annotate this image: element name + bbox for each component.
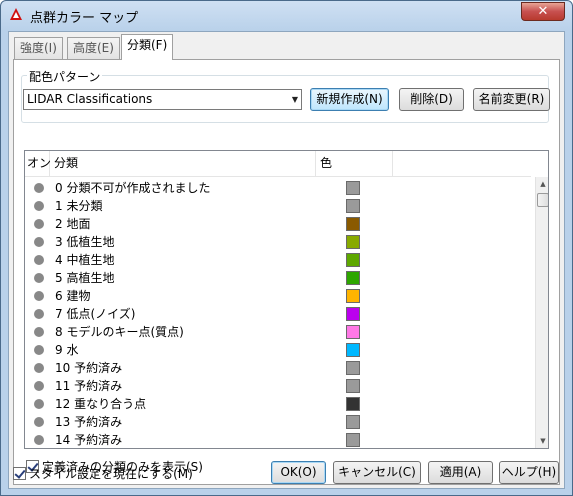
autocad-logo-icon [10, 8, 22, 20]
list-item[interactable]: 10 予約済み [25, 359, 531, 377]
on-toggle-icon[interactable] [34, 291, 44, 301]
list-item[interactable]: 12 重なり合う点 [25, 395, 531, 413]
list-item[interactable]: 9 水 [25, 341, 531, 359]
class-label: 13 予約済み [55, 415, 123, 429]
list-header: オン 分類 色 [25, 151, 531, 177]
class-label: 11 予約済み [55, 379, 123, 393]
class-label: 1 未分類 [55, 199, 103, 213]
list-item[interactable]: 11 予約済み [25, 377, 531, 395]
classification-panel: 配色パターン LIDAR Classifications ▼ 新規作成(N) 削… [13, 59, 560, 485]
apply-button[interactable]: 適用(A) [428, 461, 493, 484]
list-item[interactable]: 6 建物 [25, 287, 531, 305]
on-toggle-icon[interactable] [34, 255, 44, 265]
color-swatch[interactable] [346, 253, 360, 267]
title-bar[interactable]: 点群カラー マップ ✕ [1, 1, 572, 29]
cancel-button[interactable]: キャンセル(C) [333, 461, 421, 484]
vertical-scrollbar[interactable]: ▲ ▼ [535, 177, 548, 448]
style-current-option[interactable]: スタイル設定を現在にする(M) [13, 465, 193, 482]
color-pattern-value: LIDAR Classifications [27, 92, 153, 106]
tab-intensity[interactable]: 強度(I) [14, 37, 63, 59]
style-current-label: スタイル設定を現在にする(M) [29, 467, 193, 481]
class-label: 10 予約済み [55, 361, 123, 375]
color-swatch[interactable] [346, 271, 360, 285]
class-label: 4 中植生地 [55, 253, 115, 267]
dialog-window: 点群カラー マップ ✕ 強度(I) 高度(E) 分類(F) 配色パターン LID… [0, 0, 573, 496]
class-label: 9 水 [55, 343, 79, 357]
class-label: 7 低点(ノイズ) [55, 307, 136, 321]
tab-classification[interactable]: 分類(F) [121, 34, 174, 60]
class-label: 3 低植生地 [55, 235, 115, 249]
on-toggle-icon[interactable] [34, 201, 44, 211]
class-label: 6 建物 [55, 289, 91, 303]
on-toggle-icon[interactable] [34, 237, 44, 247]
list-item[interactable]: 1 未分類 [25, 197, 531, 215]
rename-pattern-button[interactable]: 名前変更(R) [473, 88, 550, 111]
color-pattern-label: 配色パターン [27, 68, 103, 85]
color-swatch[interactable] [346, 199, 360, 213]
color-swatch[interactable] [346, 343, 360, 357]
on-toggle-icon[interactable] [34, 183, 44, 193]
column-header-color[interactable]: 色 [316, 151, 393, 177]
color-swatch[interactable] [346, 289, 360, 303]
color-swatch[interactable] [346, 361, 360, 375]
on-toggle-icon[interactable] [34, 363, 44, 373]
style-current-checkbox[interactable] [13, 467, 26, 480]
class-label: 12 重なり合う点 [55, 397, 147, 411]
color-swatch[interactable] [346, 181, 360, 195]
on-toggle-icon[interactable] [34, 309, 44, 319]
list-item[interactable]: 0 分類不可が作成されました [25, 179, 531, 197]
delete-pattern-button[interactable]: 削除(D) [399, 88, 464, 111]
on-toggle-icon[interactable] [34, 327, 44, 337]
list-item[interactable]: 5 高植生地 [25, 269, 531, 287]
list-item[interactable]: 2 地面 [25, 215, 531, 233]
window-title: 点群カラー マップ [30, 11, 139, 26]
scroll-thumb[interactable] [537, 193, 548, 207]
tab-elevation[interactable]: 高度(E) [67, 37, 120, 59]
dialog-client: 強度(I) 高度(E) 分類(F) 配色パターン LIDAR Classific… [8, 31, 565, 489]
classification-list[interactable]: オン 分類 色 0 分類不可が作成されました 1 未分類 2 地面 3 低植生地 4 中… [24, 150, 549, 449]
on-toggle-icon[interactable] [34, 273, 44, 283]
color-swatch[interactable] [346, 433, 360, 447]
list-item[interactable]: 3 低植生地 [25, 233, 531, 251]
on-toggle-icon[interactable] [34, 435, 44, 445]
color-swatch[interactable] [346, 307, 360, 321]
column-header-class[interactable]: 分類 [50, 151, 316, 177]
close-button[interactable]: ✕ [521, 2, 565, 21]
on-toggle-icon[interactable] [34, 219, 44, 229]
on-toggle-icon[interactable] [34, 417, 44, 427]
color-swatch[interactable] [346, 217, 360, 231]
class-label: 0 分類不可が作成されました [55, 181, 211, 195]
color-swatch[interactable] [346, 415, 360, 429]
class-label: 8 モデルのキー点(質点) [55, 325, 184, 339]
list-item[interactable]: 4 中植生地 [25, 251, 531, 269]
list-item[interactable]: 8 モデルのキー点(質点) [25, 323, 531, 341]
class-label: 5 高植生地 [55, 271, 115, 285]
color-pattern-select[interactable]: LIDAR Classifications ▼ [23, 89, 302, 110]
list-item[interactable]: 13 予約済み [25, 413, 531, 431]
on-toggle-icon[interactable] [34, 399, 44, 409]
on-toggle-icon[interactable] [34, 381, 44, 391]
column-header-on[interactable]: オン [25, 151, 51, 177]
color-swatch[interactable] [346, 325, 360, 339]
class-label: 14 予約済み [55, 433, 123, 447]
color-swatch[interactable] [346, 397, 360, 411]
on-toggle-icon[interactable] [34, 345, 44, 355]
ok-button[interactable]: OK(O) [271, 461, 326, 484]
scroll-up-icon[interactable]: ▲ [536, 177, 548, 191]
scroll-down-icon[interactable]: ▼ [536, 434, 548, 448]
help-button[interactable]: ヘルプ(H) [499, 461, 559, 484]
list-item[interactable]: 7 低点(ノイズ) [25, 305, 531, 323]
chevron-down-icon: ▼ [291, 95, 298, 104]
list-item[interactable]: 14 予約済み [25, 431, 531, 448]
list-rows: 0 分類不可が作成されました 1 未分類 2 地面 3 低植生地 4 中植生地 5 高植生… [25, 179, 531, 448]
color-swatch[interactable] [346, 379, 360, 393]
color-swatch[interactable] [346, 235, 360, 249]
new-pattern-button[interactable]: 新規作成(N) [310, 88, 389, 111]
class-label: 2 地面 [55, 217, 91, 231]
